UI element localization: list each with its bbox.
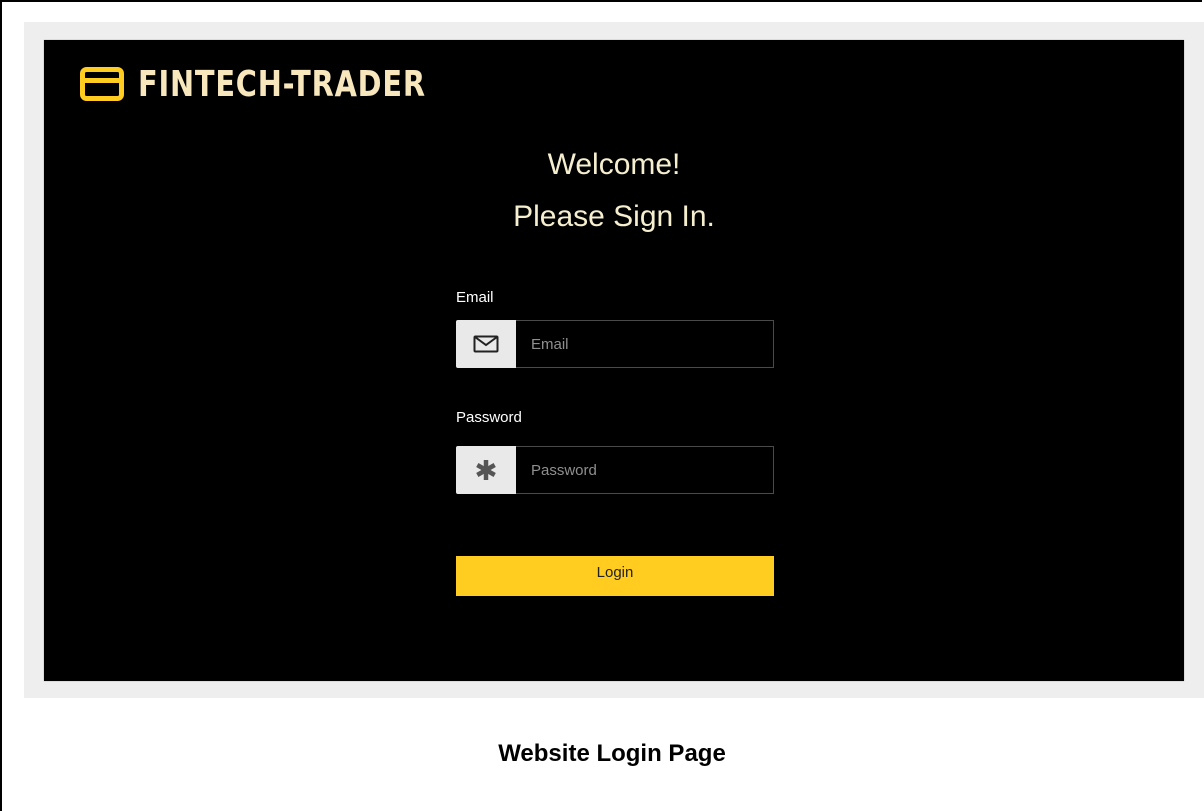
- password-input[interactable]: [516, 446, 774, 494]
- email-addon: [456, 320, 516, 368]
- login-screen: FINTECH-TRADER Welcome! Please Sign In. …: [44, 40, 1184, 681]
- brand-logo[interactable]: FINTECH-TRADER: [80, 62, 498, 106]
- email-input-group: [456, 320, 774, 368]
- envelope-icon: [473, 335, 499, 353]
- password-label: Password: [456, 409, 522, 426]
- password-input-group: [456, 446, 774, 494]
- welcome-heading: Welcome!: [547, 148, 681, 181]
- figure-caption: Website Login Page: [498, 740, 726, 767]
- login-button[interactable]: Login: [456, 556, 774, 596]
- email-label: Email: [456, 289, 494, 306]
- credit-card-icon: [80, 67, 124, 101]
- email-input[interactable]: [516, 320, 774, 368]
- password-addon: [456, 446, 516, 494]
- brand-name: FINTECH-TRADER: [138, 63, 426, 105]
- sign-in-subheading: Please Sign In.: [513, 200, 715, 233]
- asterisk-icon: [476, 460, 496, 480]
